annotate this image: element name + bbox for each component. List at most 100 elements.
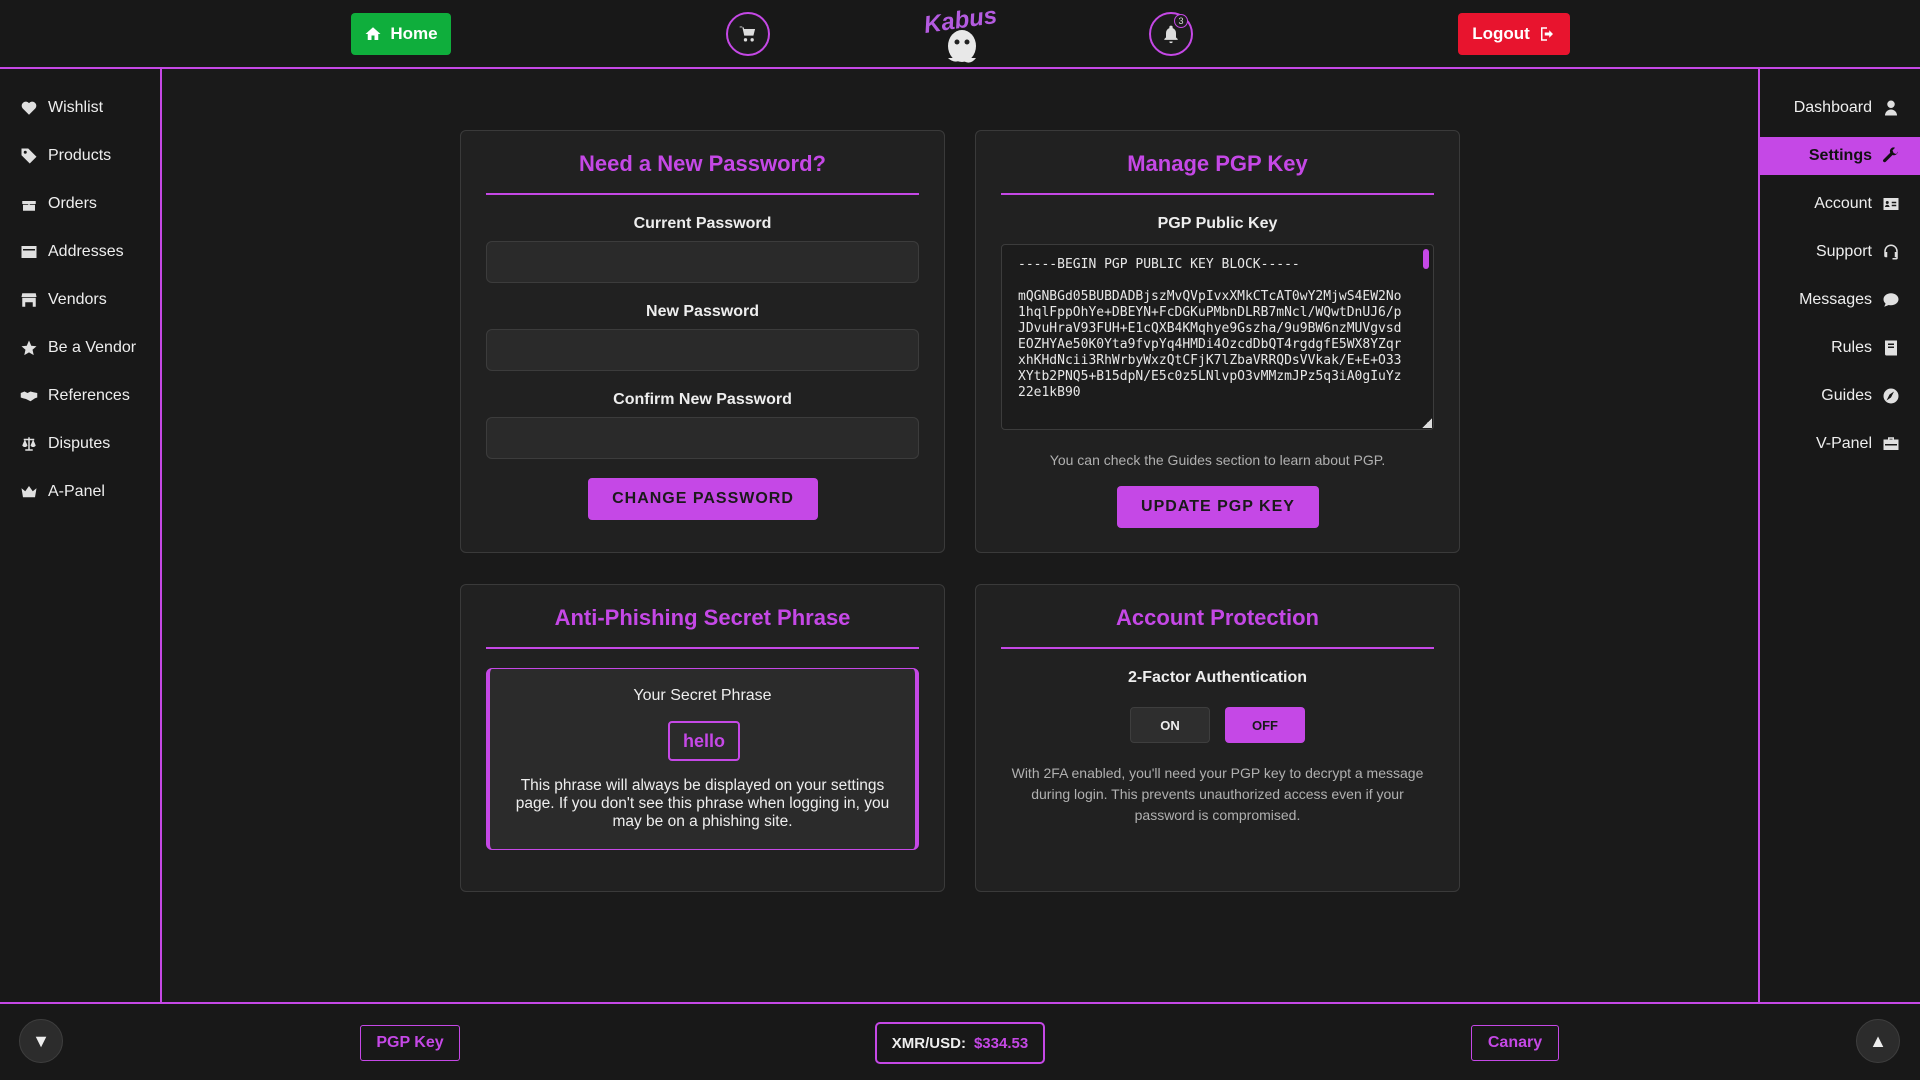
twofa-off-button[interactable]: OFF xyxy=(1225,707,1305,743)
anti-phishing-card-title: Anti-Phishing Secret Phrase xyxy=(486,605,919,649)
star-icon xyxy=(21,340,37,356)
sidebar-item-addresses[interactable]: Addresses xyxy=(0,233,160,271)
user-icon xyxy=(1885,100,1897,116)
twofa-on-button[interactable]: ON xyxy=(1130,707,1210,743)
password-card: Need a New Password? Current Password Ne… xyxy=(460,130,945,553)
briefcase-icon xyxy=(1883,437,1899,450)
wrench-icon xyxy=(1883,147,1898,163)
left-sidebar: Wishlist Products Orders Addresses Vendo… xyxy=(0,69,162,1003)
notification-count-badge: 3 xyxy=(1174,14,1188,28)
store-icon xyxy=(21,293,37,307)
secret-phrase-note: This phrase will always be displayed on … xyxy=(515,777,890,830)
sidebar-item-label: References xyxy=(48,387,130,404)
confirm-password-input[interactable] xyxy=(486,417,919,459)
twofa-label: 2-Factor Authentication xyxy=(1128,669,1307,686)
notifications-button[interactable]: 3 xyxy=(1149,12,1193,56)
sidebar-item-label: Orders xyxy=(48,195,97,212)
sidebar-item-label: A-Panel xyxy=(48,483,105,500)
sidebar-item-label: Vendors xyxy=(48,291,107,308)
sidebar-item-label: Dashboard xyxy=(1793,99,1872,116)
top-bar: Home Kabus 3 Logout xyxy=(0,0,1920,69)
secret-phrase-value: hello xyxy=(668,721,740,761)
sidebar-item-support[interactable]: Support xyxy=(1760,233,1920,271)
sidebar-item-products[interactable]: Products xyxy=(0,137,160,175)
account-protection-card-title: Account Protection xyxy=(1001,605,1434,649)
tag-icon xyxy=(21,148,37,164)
pgp-hint: You can check the Guides section to lear… xyxy=(1049,452,1386,468)
footer: ▼ PGP Key XMR/USD: $334.53 Canary ▲ xyxy=(0,1002,1920,1080)
address-card-icon xyxy=(21,246,37,258)
pgp-key-textarea[interactable]: -----BEGIN PGP PUBLIC KEY BLOCK----- mQG… xyxy=(1001,244,1434,430)
twofa-note: With 2FA enabled, you'll need your PGP k… xyxy=(1011,765,1424,823)
sidebar-item-label: Be a Vendor xyxy=(48,339,137,356)
sidebar-item-disputes[interactable]: Disputes xyxy=(0,425,160,463)
sidebar-item-guides[interactable]: Guides xyxy=(1760,377,1920,415)
sidebar-item-label: V-Panel xyxy=(1815,435,1872,452)
kabus-logo: Kabus xyxy=(922,2,999,63)
change-password-button[interactable]: CHANGE PASSWORD xyxy=(588,478,818,520)
sidebar-item-orders[interactable]: Orders xyxy=(0,185,160,223)
sidebar-item-label: Addresses xyxy=(48,243,124,260)
new-password-input[interactable] xyxy=(486,329,919,371)
arrow-down-icon: ▼ xyxy=(32,1030,50,1051)
sidebar-item-dashboard[interactable]: Dashboard xyxy=(1760,89,1920,127)
sidebar-item-label: Wishlist xyxy=(48,99,104,116)
confirm-password-label: Confirm New Password xyxy=(613,391,792,408)
xmr-price-ticker: XMR/USD: $334.53 xyxy=(875,1022,1045,1064)
sidebar-item-account[interactable]: Account xyxy=(1760,185,1920,223)
current-password-input[interactable] xyxy=(486,241,919,283)
sidebar-item-messages[interactable]: Messages xyxy=(1760,281,1920,319)
scroll-down-button[interactable]: ▼ xyxy=(19,1019,63,1063)
secret-phrase-label: Your Secret Phrase xyxy=(633,687,772,704)
cart-icon xyxy=(739,26,756,42)
heart-icon xyxy=(21,101,37,115)
sidebar-item-label: Rules xyxy=(1831,339,1872,356)
resize-handle-icon[interactable] xyxy=(1422,418,1432,428)
sidebar-item-label: Products xyxy=(48,147,112,164)
sidebar-item-label: Guides xyxy=(1821,387,1872,404)
crown-icon xyxy=(21,486,37,498)
pgp-card: Manage PGP Key PGP Public Key -----BEGIN… xyxy=(975,130,1460,553)
scale-icon xyxy=(22,437,36,451)
sidebar-item-label: Messages xyxy=(1799,291,1872,308)
sidebar-item-references[interactable]: References xyxy=(0,377,160,415)
id-card-icon xyxy=(1883,198,1899,210)
scroll-up-button[interactable]: ▲ xyxy=(1856,1019,1900,1063)
sidebar-item-a-panel[interactable]: A-Panel xyxy=(0,473,160,511)
gift-icon xyxy=(22,201,36,211)
sign-out-icon xyxy=(1540,27,1553,41)
pgp-key-header: -----BEGIN PGP PUBLIC KEY BLOCK----- xyxy=(1018,257,1300,272)
headset-icon xyxy=(1884,244,1898,260)
password-card-title: Need a New Password? xyxy=(486,151,919,195)
cart-button[interactable] xyxy=(726,12,770,56)
update-pgp-key-button[interactable]: UPDATE PGP KEY xyxy=(1117,486,1319,528)
pgp-card-title: Manage PGP Key xyxy=(1001,151,1434,195)
anti-phishing-card: Anti-Phishing Secret Phrase Your Secret … xyxy=(460,584,945,892)
pgp-public-key-label: PGP Public Key xyxy=(1157,215,1278,232)
secret-phrase-box: Your Secret Phrase hello This phrase wil… xyxy=(486,668,919,850)
chat-bubble-icon xyxy=(1883,293,1899,307)
sidebar-item-rules[interactable]: Rules xyxy=(1760,329,1920,367)
right-sidebar: Dashboard Settings Account Support Messa… xyxy=(1758,69,1920,1003)
new-password-label: New Password xyxy=(646,303,759,320)
current-password-label: Current Password xyxy=(633,215,772,232)
home-button[interactable]: Home xyxy=(351,13,451,55)
canary-link[interactable]: Canary xyxy=(1471,1025,1559,1061)
pgp-key-body: mQGNBGd05BUBDADBjszMvQVpIvxXMkCTcAT0wY2M… xyxy=(1018,289,1402,400)
home-icon xyxy=(365,27,381,40)
sidebar-item-v-panel[interactable]: V-Panel xyxy=(1760,425,1920,463)
sidebar-item-vendors[interactable]: Vendors xyxy=(0,281,160,319)
sidebar-item-wishlist[interactable]: Wishlist xyxy=(0,89,160,127)
logout-button[interactable]: Logout xyxy=(1458,13,1570,55)
handshake-icon xyxy=(20,391,38,402)
sidebar-item-settings[interactable]: Settings xyxy=(1760,137,1920,175)
sidebar-item-be-a-vendor[interactable]: Be a Vendor xyxy=(0,329,160,367)
pgp-key-link[interactable]: PGP Key xyxy=(360,1025,460,1061)
home-label: Home xyxy=(390,24,438,43)
book-icon xyxy=(1885,340,1897,356)
logout-label: Logout xyxy=(1472,24,1530,43)
pgp-scrollbar[interactable] xyxy=(1423,249,1429,269)
compass-icon xyxy=(1883,388,1899,404)
account-protection-card: Account Protection 2-Factor Authenticati… xyxy=(975,584,1460,892)
sidebar-item-label: Account xyxy=(1814,195,1872,212)
